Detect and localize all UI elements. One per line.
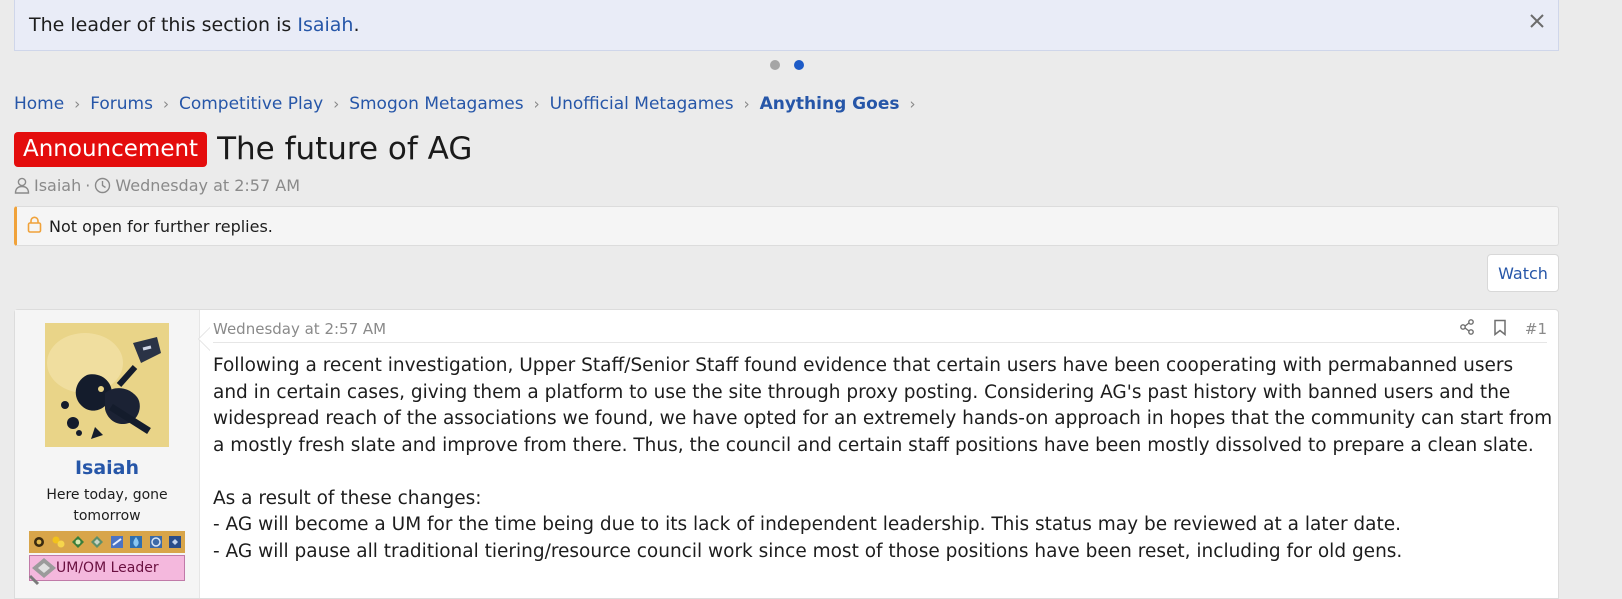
post: Isaiah Here today, gone tomorrow UM/OM L…: [14, 309, 1559, 599]
post-actions: #1: [1459, 316, 1547, 342]
post-date[interactable]: Wednesday at 2:57 AM: [213, 320, 386, 338]
notice-leader-link[interactable]: Isaiah: [297, 14, 353, 36]
chevron-right-icon: ›: [909, 95, 916, 113]
trophy-icon: [88, 531, 108, 553]
avatar[interactable]: [45, 323, 169, 447]
trophy-icon: [68, 531, 88, 553]
notice-carousel-dots: [770, 60, 804, 70]
thread-closed-notice: Not open for further replies.: [14, 206, 1559, 246]
closed-notice-text: Not open for further replies.: [49, 216, 273, 236]
thread-title-row: Announcement The future of AG: [14, 131, 472, 167]
chevron-right-icon: ›: [533, 95, 540, 113]
breadcrumb: Home › Forums › Competitive Play › Smogo…: [14, 94, 925, 114]
post-body: Following a recent investigation, Upper …: [213, 353, 1553, 565]
meta-separator: ·: [85, 176, 91, 195]
post-list-item: - AG will pause all traditional tiering/…: [213, 540, 1403, 562]
chevron-right-icon: ›: [333, 95, 340, 113]
carousel-dot-2[interactable]: [794, 60, 804, 70]
user-role-banner: UM/OM Leader: [28, 555, 185, 586]
post-list-item: - AG will become a UM for the time being…: [213, 514, 1402, 535]
post-header: Wednesday at 2:57 AM #1: [213, 316, 1547, 343]
trophy-icon: [146, 531, 166, 553]
user-role-label: UM/OM Leader: [56, 560, 159, 576]
bookmark-icon[interactable]: [1493, 319, 1507, 340]
post-list-intro: As a result of these changes:: [213, 487, 482, 509]
trophy-icon: [127, 531, 147, 553]
post-paragraph: Following a recent investigation, Upper …: [213, 355, 1553, 456]
role-icon: [24, 548, 64, 588]
post-arrow-fill: [199, 328, 210, 350]
thread-author[interactable]: Isaiah: [34, 176, 81, 195]
breadcrumb-anything-goes[interactable]: Anything Goes: [760, 94, 900, 114]
chevron-right-icon: ›: [74, 95, 81, 113]
trophy-icon: [107, 531, 127, 553]
breadcrumb-competitive-play[interactable]: Competitive Play: [179, 94, 323, 114]
chevron-right-icon: ›: [162, 95, 169, 113]
trophy-icon: [166, 531, 186, 553]
user-title: Here today, gone tomorrow: [46, 487, 168, 524]
section-leader-notice: The leader of this section is Isaiah .: [14, 0, 1559, 51]
page-title: The future of AG: [217, 131, 473, 167]
breadcrumb-forums[interactable]: Forums: [90, 94, 153, 114]
breadcrumb-smogon-metagames[interactable]: Smogon Metagames: [349, 94, 523, 114]
thread-prefix-badge[interactable]: Announcement: [14, 131, 208, 167]
close-icon[interactable]: [1526, 10, 1548, 32]
post-number[interactable]: #1: [1525, 320, 1547, 338]
share-icon[interactable]: [1459, 319, 1475, 339]
notice-text-suffix: .: [353, 14, 360, 36]
breadcrumb-unofficial-metagames[interactable]: Unofficial Metagames: [550, 94, 734, 114]
lock-icon: [27, 216, 42, 237]
watch-button[interactable]: Watch: [1487, 254, 1559, 292]
carousel-dot-1[interactable]: [770, 60, 780, 70]
post-user-column: Isaiah Here today, gone tomorrow UM/OM L…: [15, 310, 200, 598]
post-username[interactable]: Isaiah: [15, 457, 199, 479]
user-icon: [14, 177, 30, 194]
notice-text-prefix: The leader of this section is: [29, 14, 298, 36]
thread-date[interactable]: Wednesday at 2:57 AM: [115, 176, 300, 195]
chevron-right-icon: ›: [743, 95, 750, 113]
thread-meta: Isaiah · Wednesday at 2:57 AM: [14, 176, 300, 195]
clock-icon: [94, 177, 111, 194]
breadcrumb-home[interactable]: Home: [14, 94, 64, 114]
